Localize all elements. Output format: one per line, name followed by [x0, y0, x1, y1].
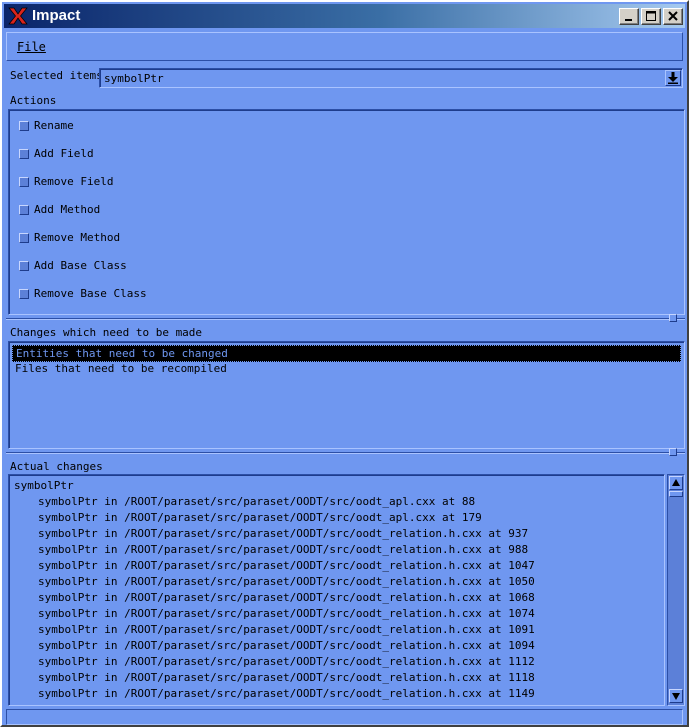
dropdown-button[interactable]	[665, 70, 681, 86]
actions-label: Actions	[10, 94, 57, 107]
title-bar[interactable]: Impact	[4, 4, 685, 28]
tree-root: symbolPtr	[14, 479, 74, 492]
window-title: Impact	[32, 7, 81, 24]
add-field-checkbox[interactable]	[19, 149, 29, 159]
x-logo-icon[interactable]	[8, 7, 28, 25]
list-item-files[interactable]: Files that need to be recompiled	[12, 361, 681, 378]
change-line: symbolPtr in /ROOT/paraset/src/paraset/O…	[38, 687, 535, 700]
changes-list: Entities that need to be changed Files t…	[8, 341, 685, 449]
action-label: Remove Base Class	[34, 287, 147, 300]
pane-divider	[6, 318, 685, 320]
action-label: Add Method	[34, 203, 101, 216]
vertical-scrollbar[interactable]	[667, 474, 685, 706]
scroll-down-button[interactable]	[669, 689, 683, 703]
scroll-down-icon	[672, 693, 680, 700]
menu-bar: File	[6, 32, 683, 61]
selected-items-value: symbolPtr	[104, 72, 164, 85]
list-item-entities[interactable]: Entities that need to be changed	[12, 345, 681, 362]
maximize-button[interactable]	[641, 8, 661, 25]
change-line: symbolPtr in /ROOT/paraset/src/paraset/O…	[38, 655, 535, 668]
change-line: symbolPtr in /ROOT/paraset/src/paraset/O…	[38, 671, 535, 684]
add-method-checkbox[interactable]	[19, 205, 29, 215]
close-button[interactable]	[663, 8, 683, 25]
change-line: symbolPtr in /ROOT/paraset/src/paraset/O…	[38, 543, 529, 556]
impact-window: Impact File Selected items symbolPtr Act…	[0, 0, 689, 727]
pane-sash-handle[interactable]	[669, 448, 677, 456]
change-line: symbolPtr in /ROOT/paraset/src/paraset/O…	[38, 559, 535, 572]
remove-method-checkbox[interactable]	[19, 233, 29, 243]
change-line: symbolPtr in /ROOT/paraset/src/paraset/O…	[38, 639, 535, 652]
changes-label: Changes which need to be made	[10, 326, 203, 339]
pane-sash-handle[interactable]	[669, 314, 677, 322]
maximize-icon	[646, 11, 656, 21]
actions-panel: Rename Add Field Remove Field Add Method…	[8, 109, 685, 315]
action-label: Add Base Class	[34, 259, 127, 272]
action-label: Rename	[34, 119, 74, 132]
change-line: symbolPtr in /ROOT/paraset/src/paraset/O…	[38, 495, 476, 508]
change-line: symbolPtr in /ROOT/paraset/src/paraset/O…	[38, 623, 535, 636]
menu-file[interactable]: File	[17, 40, 46, 54]
rename-checkbox[interactable]	[19, 121, 29, 131]
action-label: Remove Field	[34, 175, 114, 188]
selected-items-label: Selected items	[10, 69, 103, 82]
remove-base-class-checkbox[interactable]	[19, 289, 29, 299]
status-bar	[6, 709, 683, 725]
actual-changes-text[interactable]: symbolPtr symbolPtr in /ROOT/paraset/src…	[8, 474, 665, 706]
action-label: Add Field	[34, 147, 94, 160]
dropdown-arrow-icon	[668, 72, 678, 84]
actual-changes-label: Actual changes	[10, 460, 103, 473]
scroll-up-button[interactable]	[669, 476, 683, 490]
change-line: symbolPtr in /ROOT/paraset/src/paraset/O…	[38, 591, 535, 604]
remove-field-checkbox[interactable]	[19, 177, 29, 187]
selected-items-combo[interactable]: symbolPtr	[99, 68, 683, 88]
change-line: symbolPtr in /ROOT/paraset/src/paraset/O…	[38, 607, 535, 620]
scrollbar-thumb[interactable]	[669, 491, 683, 497]
add-base-class-checkbox[interactable]	[19, 261, 29, 271]
minimize-icon	[625, 19, 632, 21]
pane-divider	[6, 452, 685, 454]
change-line: symbolPtr in /ROOT/paraset/src/paraset/O…	[38, 575, 535, 588]
scroll-up-icon	[672, 479, 680, 486]
close-icon	[668, 11, 678, 21]
change-line: symbolPtr in /ROOT/paraset/src/paraset/O…	[38, 527, 529, 540]
action-label: Remove Method	[34, 231, 121, 244]
minimize-button[interactable]	[619, 8, 639, 25]
change-line: symbolPtr in /ROOT/paraset/src/paraset/O…	[38, 511, 482, 524]
